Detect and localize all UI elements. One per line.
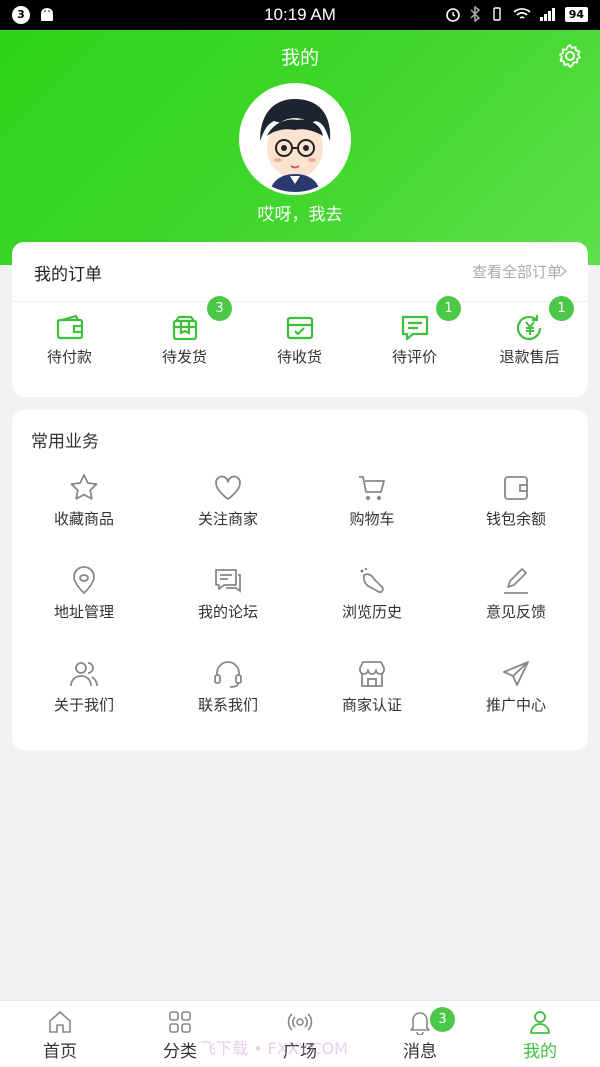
page-title: 我的: [280, 47, 319, 69]
headset-icon: [214, 661, 242, 688]
battery-level: 94: [564, 6, 588, 22]
order-badge: 3: [207, 296, 232, 321]
profile-header: 我的 哎呀，我去: [0, 30, 600, 265]
order-label: 待评价: [391, 348, 437, 366]
services-card: 常用业务 收藏商品 关注商家 购物车 钱包余额 地址管理 我的论坛 浏览历史 意…: [12, 410, 588, 750]
service-feedback[interactable]: 意见反馈: [444, 565, 588, 658]
tab-square[interactable]: 广场: [240, 1001, 360, 1067]
status-bar: 3 10:19 AM 94: [0, 0, 600, 30]
service-forum[interactable]: 我的论坛: [156, 565, 300, 658]
order-badge: 1: [436, 296, 461, 321]
tab-label: 我的: [523, 1042, 557, 1062]
settings-gear-icon[interactable]: [556, 42, 584, 70]
service-promotion[interactable]: 推广中心: [444, 658, 588, 751]
service-followed-stores[interactable]: 关注商家: [156, 472, 300, 565]
forum-icon: [215, 569, 241, 593]
order-label: 待发货: [161, 348, 207, 366]
star-icon: [70, 474, 98, 500]
tab-mine[interactable]: 我的: [480, 1001, 600, 1067]
service-history[interactable]: 浏览历史: [300, 565, 444, 658]
service-label: 钱包余额: [485, 510, 546, 528]
service-label: 浏览历史: [341, 603, 402, 621]
heart-icon: [215, 475, 241, 500]
bottom-nav: 首页 分类 广场 消息 3 我的: [0, 1000, 600, 1067]
tab-label: 首页: [43, 1042, 77, 1062]
order-pending-review[interactable]: 待评价 1: [357, 296, 472, 367]
username: 哎呀，我去: [257, 205, 343, 225]
order-label: 待付款: [46, 348, 92, 366]
history-icon: [360, 567, 384, 594]
service-address[interactable]: 地址管理: [12, 565, 156, 658]
tab-category[interactable]: 分类: [120, 1001, 240, 1067]
service-label: 地址管理: [53, 603, 114, 621]
vibrate-icon: [492, 7, 501, 21]
order-pending-receipt[interactable]: 待收货: [242, 312, 357, 367]
signal-icon: [539, 8, 555, 21]
order-refund[interactable]: 退款售后 1: [472, 296, 587, 367]
alarm-icon: [445, 8, 460, 22]
location-icon: [73, 566, 95, 595]
orders-card: 我的订单 查看全部订单 待付款 待发货 3 待收货 待评价 1 退款售后 1: [12, 242, 588, 397]
orders-header[interactable]: 我的订单 查看全部订单: [12, 242, 588, 302]
order-pending-shipment[interactable]: 待发货 3: [127, 296, 242, 367]
service-label: 意见反馈: [485, 603, 546, 621]
services-title: 常用业务: [31, 432, 99, 452]
service-label: 推广中心: [485, 696, 546, 714]
service-label: 我的论坛: [197, 603, 258, 621]
service-label: 联系我们: [197, 696, 258, 714]
edit-icon: [504, 568, 528, 594]
tab-label: 分类: [163, 1042, 197, 1062]
tab-messages[interactable]: 消息 3: [360, 1001, 480, 1067]
order-label: 退款售后: [499, 348, 560, 366]
service-label: 关于我们: [53, 696, 114, 714]
avatar-cartoon-icon: [242, 86, 348, 192]
home-icon: [49, 1011, 71, 1033]
store-icon: [359, 661, 385, 687]
tab-label: 广场: [283, 1042, 317, 1062]
order-label: 待收货: [276, 348, 322, 366]
order-badge: 1: [549, 296, 574, 321]
messages-badge: 3: [430, 1007, 455, 1032]
user-icon: [530, 1011, 550, 1034]
service-about[interactable]: 关于我们: [12, 658, 156, 751]
inbox-icon: [286, 316, 313, 340]
tab-label: 消息: [403, 1042, 437, 1062]
refund-icon: [516, 315, 541, 341]
order-pending-payment[interactable]: 待付款: [12, 312, 127, 367]
wifi-icon: [513, 8, 531, 19]
grid-icon: [169, 1011, 191, 1033]
service-label: 商家认证: [341, 696, 402, 714]
service-label: 购物车: [349, 510, 395, 528]
service-cart[interactable]: 购物车: [300, 472, 444, 565]
wallet-icon: [56, 314, 83, 340]
box-icon: [172, 315, 197, 341]
service-wallet[interactable]: 钱包余额: [444, 472, 588, 565]
service-label: 收藏商品: [53, 510, 114, 528]
wallet-icon: [504, 476, 528, 500]
orders-title: 我的订单: [34, 265, 102, 285]
users-icon: [70, 662, 98, 687]
service-contact[interactable]: 联系我们: [156, 658, 300, 751]
service-merchant-cert[interactable]: 商家认证: [300, 658, 444, 751]
view-all-orders-link[interactable]: 查看全部订单: [472, 261, 562, 282]
tab-home[interactable]: 首页: [0, 1001, 120, 1067]
cart-icon: [359, 476, 385, 500]
bell-icon: [410, 1012, 430, 1035]
send-icon: [503, 661, 529, 686]
service-label: 关注商家: [197, 510, 258, 528]
chevron-right-icon: [559, 265, 568, 277]
comment-icon: [401, 315, 428, 341]
service-favorites[interactable]: 收藏商品: [12, 472, 156, 565]
avatar[interactable]: [239, 83, 351, 195]
bluetooth-icon: [470, 6, 480, 22]
broadcast-icon: [287, 1013, 313, 1031]
